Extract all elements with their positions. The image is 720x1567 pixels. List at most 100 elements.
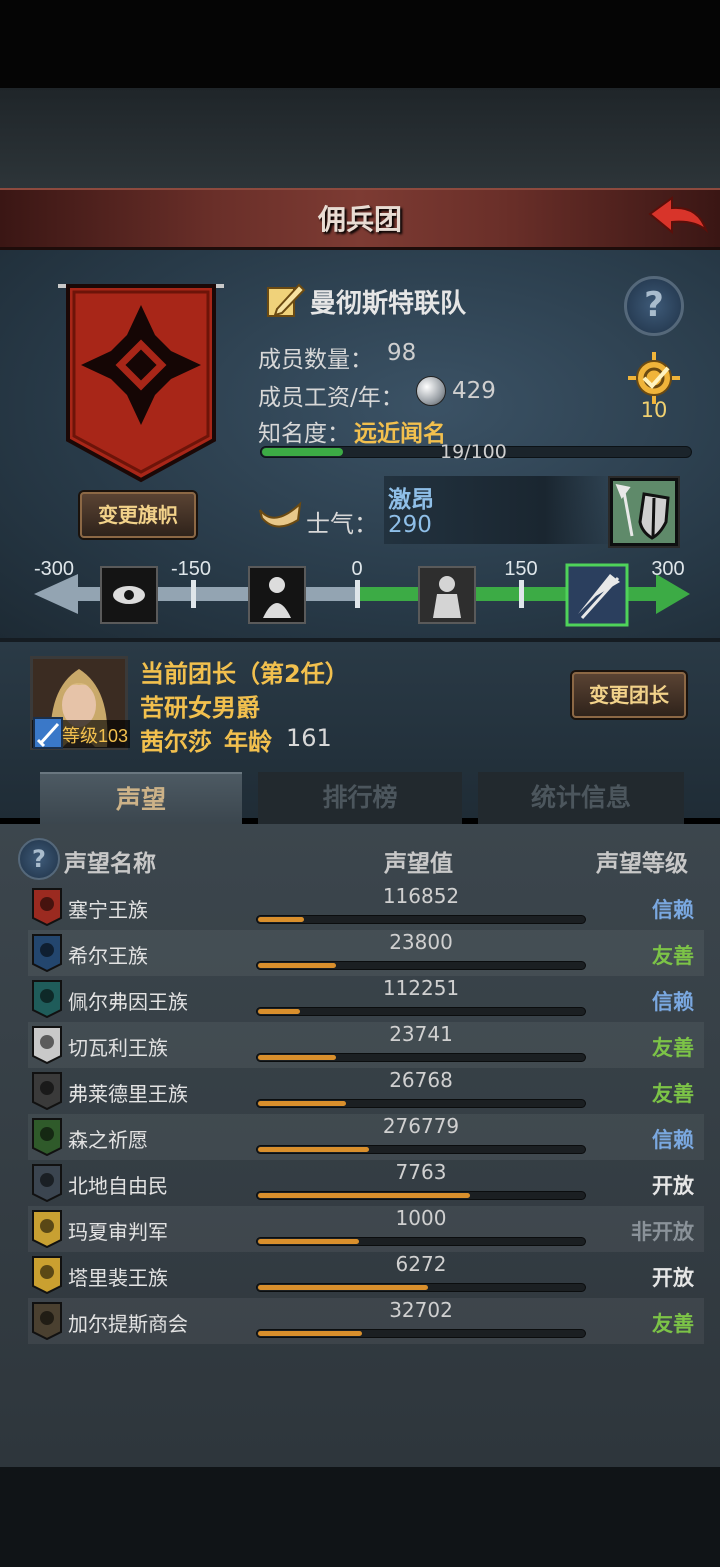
header-faction-name: 声望名称 — [64, 851, 156, 877]
reputation-value: 26768 — [389, 1068, 453, 1092]
help-icon[interactable]: ? — [624, 276, 684, 336]
reputation-level: 开放 — [652, 1266, 694, 1290]
wolf-crest-icon — [32, 1072, 62, 1111]
leader-age-label: 年龄 — [224, 728, 272, 756]
reputation-value: 116852 — [382, 884, 460, 908]
medal-count: 10 — [640, 398, 668, 422]
reputation-level: 信赖 — [652, 1128, 694, 1152]
table-row[interactable]: 玛夏审判军 1000 非开放 — [28, 1206, 704, 1252]
fear-figure-icon — [248, 566, 306, 624]
morale-label: 士气： — [306, 510, 378, 538]
help-icon[interactable]: ? — [18, 838, 60, 880]
leader-level: 等级103 — [62, 726, 128, 746]
level-badge: 等级103 — [32, 717, 130, 749]
tab-statistics[interactable]: 统计信息 — [478, 772, 684, 824]
mercenary-banner — [58, 284, 224, 483]
serpent-crest-icon — [32, 980, 62, 1019]
change-leader-button[interactable]: 变更团长 — [572, 672, 686, 718]
reputation-bar-fill — [258, 917, 304, 922]
reputation-value: 23741 — [389, 1022, 453, 1046]
sun-crest-icon — [32, 1210, 62, 1249]
header-reputation-level: 声望等级 — [596, 851, 688, 877]
chest-crest-icon — [32, 1302, 62, 1341]
scale-tick-1: -150 — [171, 558, 211, 580]
reputation-bar-fill — [258, 1055, 336, 1060]
calm-figure-icon — [418, 566, 476, 624]
title-bar: 佣兵团 — [0, 188, 720, 250]
morale-scale: -300 -150 0 150 300 — [34, 558, 690, 627]
faction-name: 佩尔弗因王族 — [68, 990, 188, 1014]
reputation-level: 友善 — [652, 1312, 694, 1336]
table-row[interactable]: 弗莱德里王族 26768 友善 — [28, 1068, 704, 1114]
back-arrow-icon[interactable] — [646, 194, 712, 244]
table-row[interactable]: 北地自由民 7763 开放 — [28, 1160, 704, 1206]
table-row[interactable]: 塞宁王族 116852 信赖 — [28, 884, 704, 930]
page-title: 佣兵团 — [317, 203, 402, 236]
scale-tick-0: -300 — [34, 558, 74, 580]
reputation-level: 友善 — [652, 1036, 694, 1060]
reputation-bar-track — [256, 1007, 586, 1016]
reputation-bar-fill — [258, 1193, 470, 1198]
war-horn-icon — [259, 501, 302, 528]
table-row[interactable]: 加尔提斯商会 32702 友善 — [28, 1298, 704, 1344]
fame-progress-text: 19/100 — [440, 441, 507, 463]
reputation-value: 32702 — [389, 1298, 453, 1322]
reputation-bar-track — [256, 915, 586, 924]
helm-crest-icon — [32, 934, 62, 973]
excited-flag-icon — [565, 563, 629, 627]
members-label: 成员数量： — [258, 347, 373, 373]
reputation-bar-fill — [258, 1009, 300, 1014]
reputation-value: 23800 — [389, 930, 453, 954]
top-background — [0, 88, 720, 190]
table-row[interactable]: 切瓦利王族 23741 友善 — [28, 1022, 704, 1068]
faction-name: 塔里裴王族 — [68, 1266, 168, 1290]
reputation-bar-fill — [258, 963, 336, 968]
beast-crest-icon — [32, 1164, 62, 1203]
mercenary-name: 曼彻斯特联队 — [310, 289, 467, 319]
scales-crest-icon — [32, 1026, 62, 1065]
leader-title: 当前团长（第2任） — [140, 660, 349, 688]
table-row[interactable]: 森之祈愿 276779 信赖 — [28, 1114, 704, 1160]
reputation-level: 信赖 — [652, 990, 694, 1014]
reputation-bar-fill — [258, 1239, 359, 1244]
reputation-level: 友善 — [652, 944, 694, 968]
edit-pen-icon[interactable] — [265, 281, 307, 321]
reputation-level: 友善 — [652, 1082, 694, 1106]
table-row[interactable]: 佩尔弗因王族 112251 信赖 — [28, 976, 704, 1022]
tree-crest-icon — [32, 1118, 62, 1157]
reputation-value: 7763 — [395, 1160, 447, 1184]
fame-value: 远近闻名 — [354, 421, 446, 447]
reputation-bar-fill — [258, 1147, 369, 1152]
scale-tick-2: 0 — [351, 558, 362, 580]
tab-rankings[interactable]: 排行榜 — [258, 772, 462, 824]
table-row[interactable]: 希尔王族 23800 友善 — [28, 930, 704, 976]
navigation-bar-area — [0, 1467, 720, 1567]
fame-label: 知名度： — [258, 421, 350, 447]
faction-name: 切瓦利王族 — [68, 1036, 168, 1060]
faction-name: 塞宁王族 — [68, 898, 148, 922]
leader-name: 茜尔莎 — [140, 728, 212, 756]
reputation-value: 1000 — [395, 1206, 447, 1230]
reputation-value: 112251 — [382, 976, 460, 1000]
silver-coin-icon — [416, 376, 446, 406]
faction-name: 森之祈愿 — [68, 1128, 148, 1152]
reputation-bar-fill — [258, 1101, 346, 1106]
change-flag-button[interactable]: 变更旗帜 — [80, 492, 196, 538]
shield-banner-icon[interactable] — [608, 476, 680, 548]
reputation-bar-fill — [258, 1331, 362, 1336]
scale-tick-3: 150 — [504, 558, 537, 580]
faction-name: 弗莱德里王族 — [68, 1082, 188, 1106]
status-bar-area — [0, 0, 720, 88]
tab-reputation[interactable]: 声望 — [40, 772, 242, 824]
reputation-level: 信赖 — [652, 898, 694, 922]
morale-state: 激昂 — [388, 487, 434, 513]
reputation-level: 开放 — [652, 1174, 694, 1198]
table-row[interactable]: 塔里裴王族 6272 开放 — [28, 1252, 704, 1298]
faction-name: 加尔提斯商会 — [68, 1312, 188, 1336]
faction-name: 玛夏审判军 — [68, 1220, 168, 1244]
wage-value: 429 — [452, 378, 496, 404]
despair-eye-icon — [100, 566, 158, 624]
faction-name: 希尔王族 — [68, 944, 148, 968]
reputation-value: 6272 — [395, 1252, 447, 1276]
medal-icon[interactable] — [624, 352, 684, 404]
